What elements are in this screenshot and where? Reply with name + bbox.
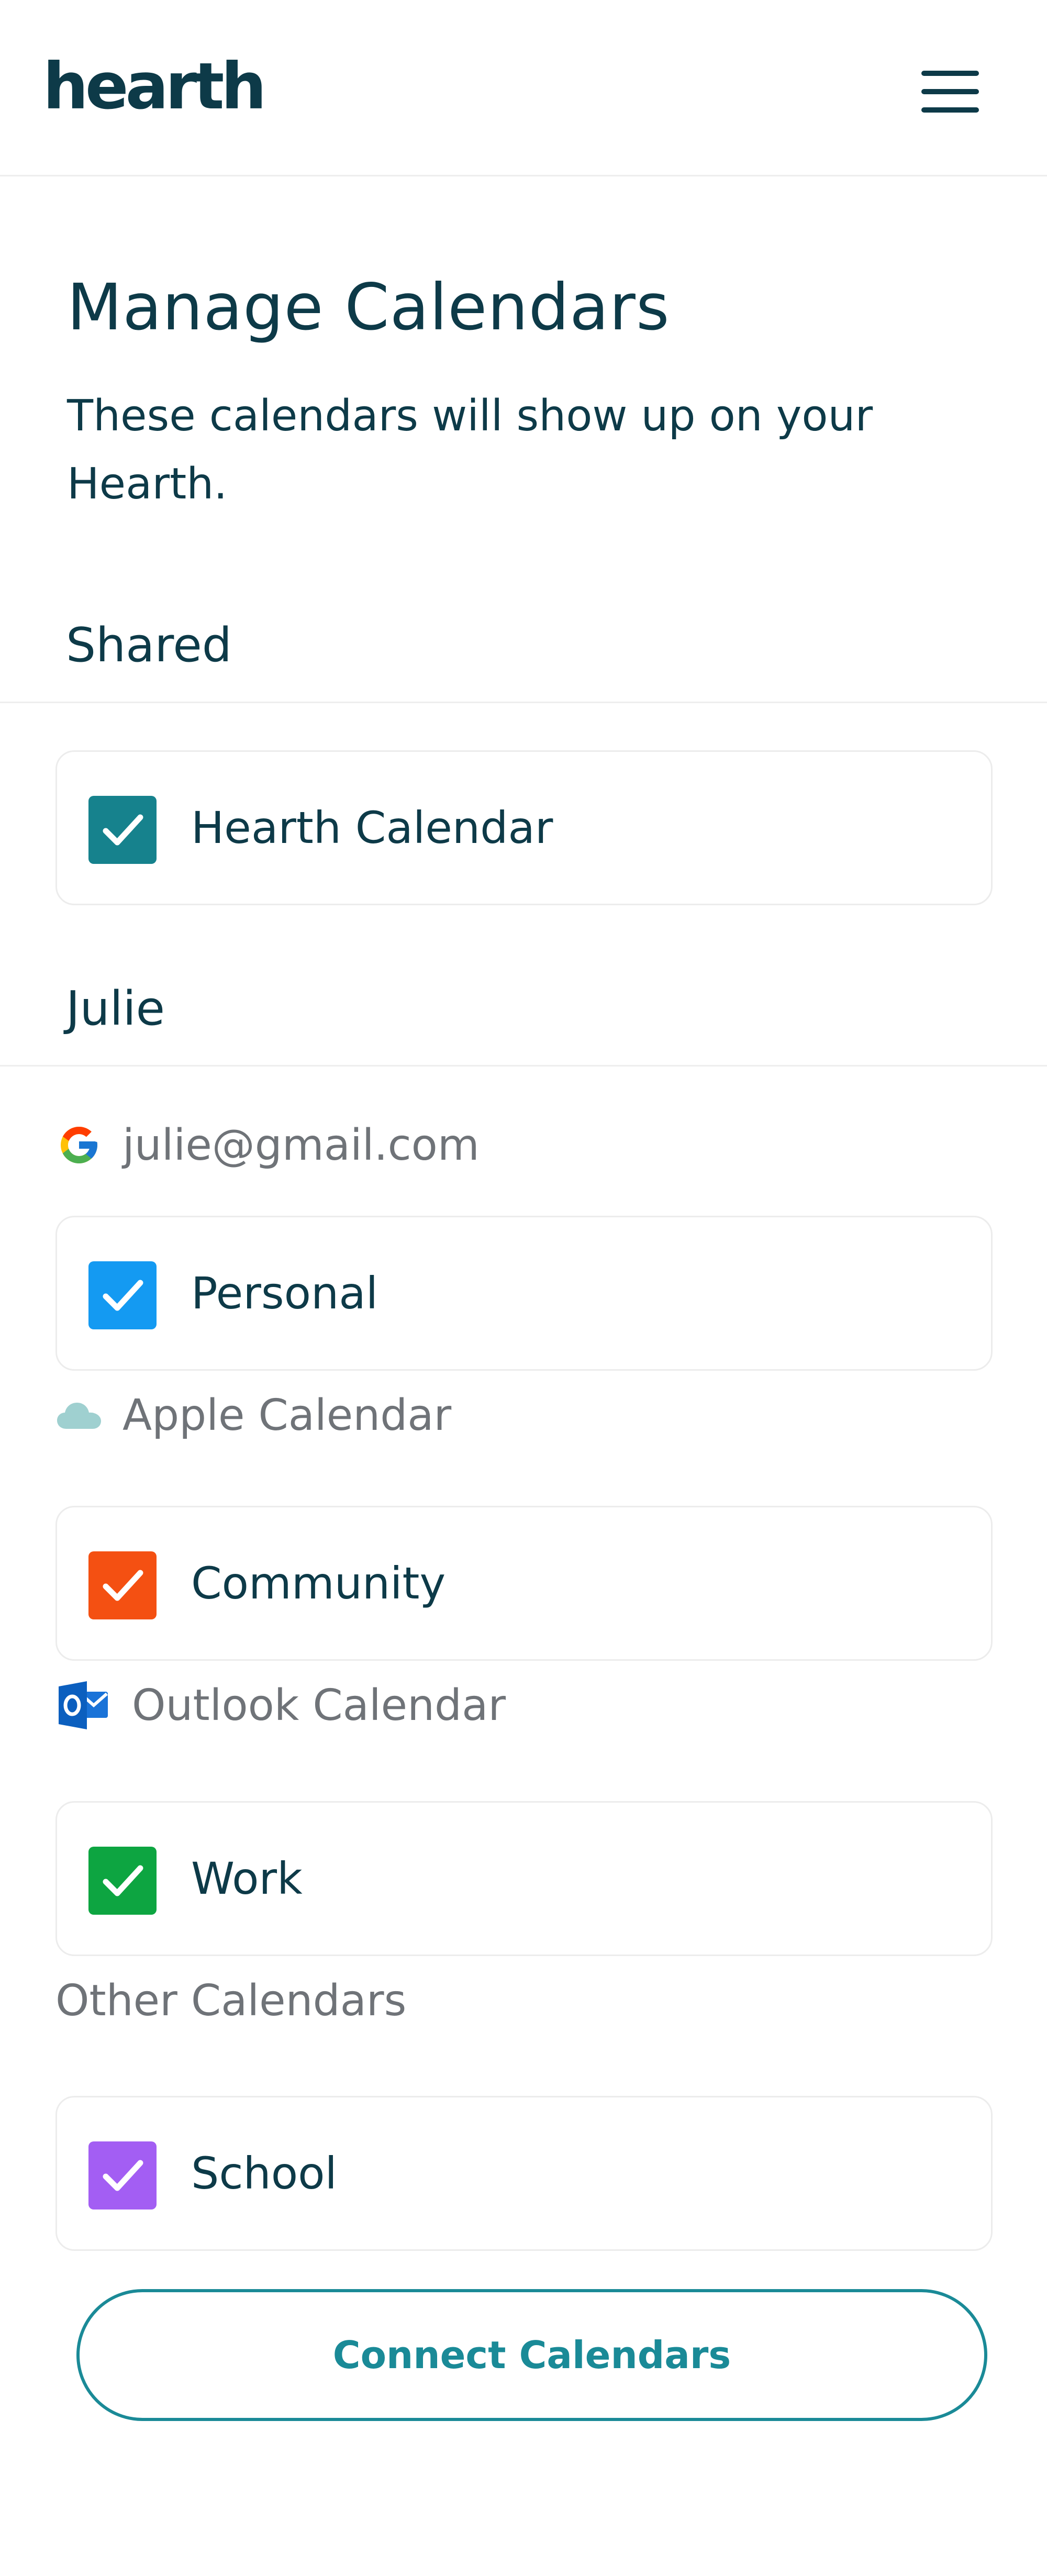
account-label: Outlook Calendar — [132, 1680, 506, 1730]
calendar-label: Community — [191, 1558, 446, 1609]
page-subtitle: These calendars will show up on your Hea… — [67, 391, 873, 509]
calendar-label: Hearth Calendar — [191, 802, 553, 853]
account-label: Apple Calendar — [122, 1390, 452, 1440]
calendar-item-school[interactable]: School — [55, 2096, 993, 2251]
section-title-julie: Julie — [66, 981, 165, 1036]
outlook-icon — [55, 1681, 110, 1729]
checkbox-school[interactable] — [88, 2141, 157, 2209]
top-nav-bar: hearth — [0, 0, 1047, 176]
checkmark-icon — [103, 1280, 143, 1311]
menu-line — [921, 71, 979, 76]
account-header-other: Other Calendars — [55, 1972, 406, 2029]
account-header-apple: Apple Calendar — [55, 1386, 451, 1444]
calendar-label: Personal — [191, 1268, 378, 1319]
connect-calendars-button[interactable]: Connect Calendars — [76, 2289, 987, 2421]
checkbox-community[interactable] — [88, 1551, 157, 1619]
checkmark-icon — [103, 1570, 143, 1601]
checkbox-hearth-calendar[interactable] — [88, 796, 157, 864]
checkmark-icon — [103, 2160, 143, 2191]
account-header-google: julie@gmail.com — [55, 1116, 480, 1174]
account-header-outlook: Outlook Calendar — [55, 1676, 506, 1734]
page-title: Manage Calendars — [67, 270, 670, 345]
account-label: julie@gmail.com — [122, 1120, 480, 1170]
checkbox-work[interactable] — [88, 1847, 157, 1915]
section-divider — [0, 1065, 1047, 1067]
checkmark-icon — [103, 1865, 143, 1896]
hamburger-menu-icon[interactable] — [921, 71, 979, 113]
menu-line — [921, 89, 979, 94]
section-divider — [0, 702, 1047, 703]
google-icon — [55, 1122, 103, 1169]
section-title-shared: Shared — [66, 618, 232, 673]
connect-calendars-label: Connect Calendars — [332, 2333, 731, 2377]
checkbox-personal[interactable] — [88, 1261, 157, 1329]
calendar-item-work[interactable]: Work — [55, 1801, 993, 1956]
calendar-label: School — [191, 2148, 337, 2199]
icloud-icon — [55, 1392, 103, 1439]
calendar-label: Work — [191, 1853, 303, 1904]
calendar-item-community[interactable]: Community — [55, 1506, 993, 1661]
account-label: Other Calendars — [55, 1975, 407, 2026]
menu-line — [921, 107, 979, 113]
calendar-item-personal[interactable]: Personal — [55, 1216, 993, 1371]
hearth-logo[interactable]: hearth — [43, 54, 266, 118]
calendar-item-hearth-calendar[interactable]: Hearth Calendar — [55, 750, 993, 905]
checkmark-icon — [103, 814, 143, 846]
